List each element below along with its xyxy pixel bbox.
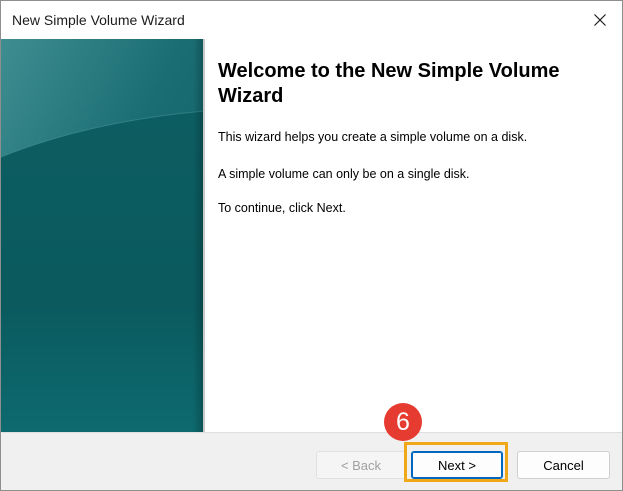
continue-paragraph: To continue, click Next. [218, 201, 346, 215]
wizard-content: Welcome to the New Simple Volume Wizard … [205, 39, 622, 432]
wizard-heading: Welcome to the New Simple Volume Wizard [218, 60, 560, 107]
close-icon [594, 14, 606, 26]
next-button[interactable]: Next > [411, 451, 503, 479]
wizard-banner-image [1, 39, 205, 432]
disk-note-paragraph: A simple volume can only be on a single … [218, 167, 470, 181]
wizard-window: New Simple Volume Wizard Welcome to the … [0, 0, 623, 491]
window-title: New Simple Volume Wizard [12, 12, 185, 28]
step-number-badge: 6 [384, 403, 422, 441]
banner-graphic [1, 39, 205, 432]
close-button[interactable] [582, 4, 618, 36]
intro-paragraph: This wizard helps you create a simple vo… [218, 130, 528, 144]
title-bar: New Simple Volume Wizard [1, 1, 622, 39]
cancel-button[interactable]: Cancel [517, 451, 610, 479]
back-button[interactable]: < Back [316, 451, 406, 479]
button-bar: < Back Next > Cancel [1, 432, 622, 490]
